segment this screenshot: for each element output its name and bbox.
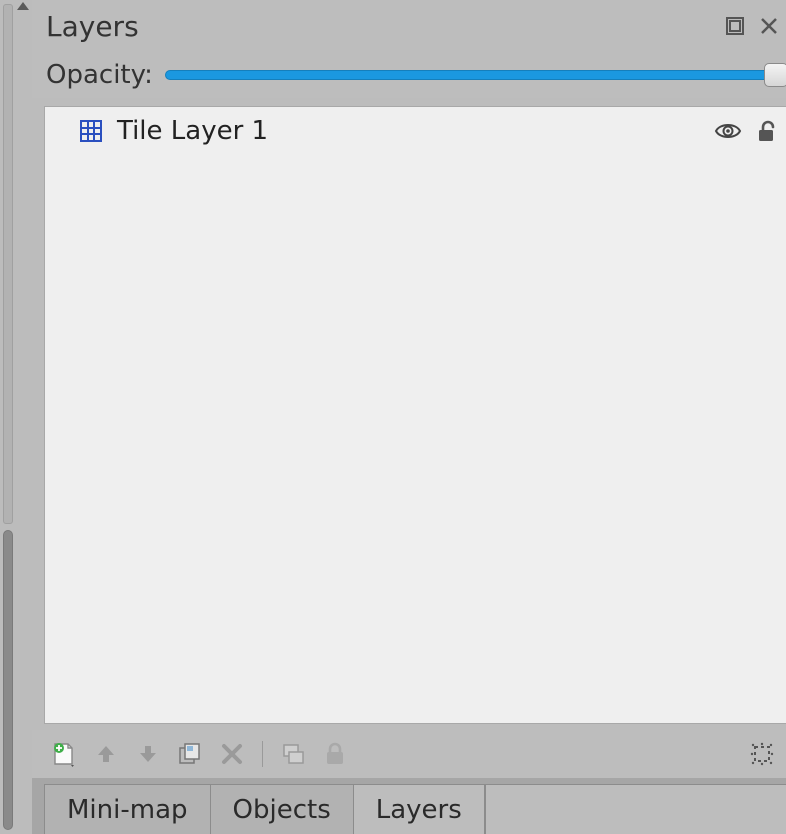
move-layer-up-button[interactable] [92,740,120,768]
lock-icon [324,742,346,766]
layer-name[interactable]: Tile Layer 1 [117,116,700,146]
undock-button[interactable] [724,15,746,37]
tab-label: Mini-map [67,795,188,825]
slider-track [165,70,782,80]
toggle-lock-button[interactable] [754,119,778,143]
duplicate-icon [177,741,203,767]
tab-objects[interactable]: Objects [211,784,354,834]
scrollbar-thumb[interactable] [3,530,13,830]
slider-thumb[interactable] [764,63,786,87]
new-layer-button[interactable] [50,740,78,768]
restore-icon [724,15,746,37]
tab-bar-filler [485,784,786,834]
layer-row[interactable]: Tile Layer 1 [45,107,786,155]
layers-panel: Layers Opacity: [32,0,786,834]
opacity-row: Opacity: [32,52,786,98]
delete-layer-button[interactable] [218,740,246,768]
highlight-icon [749,741,775,767]
merge-layer-button[interactable] [279,740,307,768]
tab-label: Layers [376,795,462,825]
layers-toolbar [32,730,786,778]
delete-icon [220,742,244,766]
tab-label: Objects [233,795,331,825]
tab-layers[interactable]: Layers [354,784,485,834]
layers-panel-root: Layers Opacity: [0,0,786,834]
tab-minimap[interactable]: Mini-map [44,784,211,834]
arrow-down-icon [136,742,160,766]
toggle-visibility-button[interactable] [714,120,742,142]
panel-tab-bar: Mini-map Objects Layers [32,778,786,834]
move-layer-down-button[interactable] [134,740,162,768]
eye-icon [714,120,742,142]
toolbar-separator [262,741,263,767]
arrow-up-icon [94,742,118,766]
left-gutter [0,0,28,834]
duplicate-layer-button[interactable] [176,740,204,768]
close-panel-button[interactable] [758,15,780,37]
layer-list[interactable]: Tile Layer 1 [44,106,786,724]
splitter-handle[interactable] [3,4,13,524]
lock-layer-button[interactable] [321,740,349,768]
close-icon [758,15,780,37]
titlebar-controls [724,15,780,37]
new-layer-icon [51,741,77,767]
opacity-slider[interactable] [165,61,782,89]
merge-down-icon [280,741,306,767]
layer-row-actions [714,119,778,143]
unlock-icon [754,119,778,143]
tile-layer-icon [79,119,103,143]
opacity-label: Opacity: [46,60,153,90]
panel-titlebar: Layers [32,0,786,52]
highlight-current-layer-button[interactable] [748,740,776,768]
scroll-up-arrow-icon[interactable] [17,2,29,10]
panel-title: Layers [46,10,724,43]
